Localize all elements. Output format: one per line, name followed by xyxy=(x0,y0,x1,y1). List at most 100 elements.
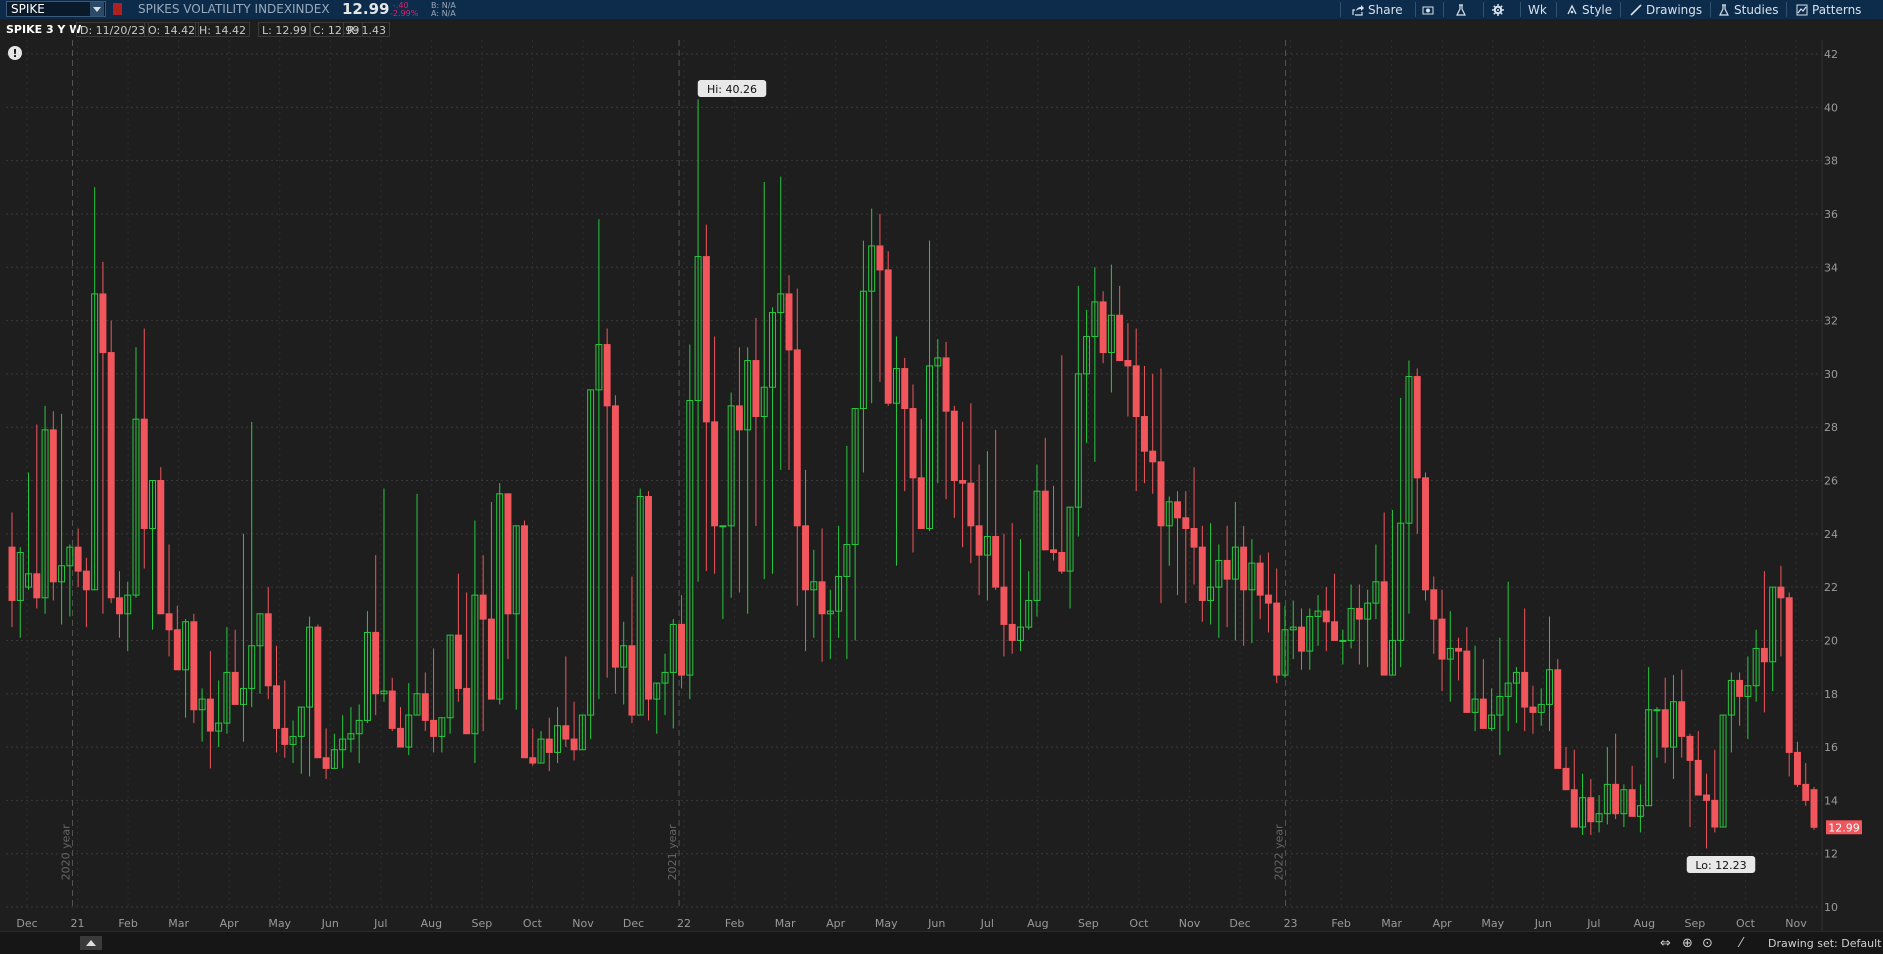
x-tick-label: Jun xyxy=(321,917,339,930)
candle-body xyxy=(264,613,272,687)
candle-body xyxy=(430,719,438,737)
y-tick-label: 40 xyxy=(1824,101,1838,114)
candle-body xyxy=(876,245,884,271)
candle-body xyxy=(1422,477,1429,591)
x-tick-label: Dec xyxy=(1229,917,1250,930)
crosshair-icon[interactable]: ⊕ xyxy=(1682,936,1693,951)
y-tick-label: 26 xyxy=(1824,475,1838,488)
x-tick-label: Oct xyxy=(523,917,543,930)
candle-body xyxy=(140,418,148,529)
candle-body xyxy=(950,410,958,482)
candle-body xyxy=(421,693,429,721)
candle-body xyxy=(1521,671,1529,708)
candle-body xyxy=(115,597,123,615)
style-label: Style xyxy=(1582,2,1613,17)
drawings-button[interactable]: Drawings xyxy=(1630,0,1702,19)
gear-icon xyxy=(1492,3,1504,16)
candle-body xyxy=(1058,551,1066,572)
symbol-description: SPIKES VOLATILITY INDEX xyxy=(138,2,293,16)
x-tick-label: 21 xyxy=(71,917,85,930)
x-tick-label: Sep xyxy=(1685,917,1706,930)
style-button[interactable]: Style xyxy=(1566,0,1612,19)
x-tick-label: 22 xyxy=(677,917,691,930)
pencil-icon xyxy=(1630,3,1642,16)
candle-body xyxy=(1149,450,1157,463)
candle-body xyxy=(603,344,611,407)
snapshot-button[interactable] xyxy=(1422,0,1434,19)
candle-body xyxy=(1190,527,1198,548)
x-tick-label: Sep xyxy=(1078,917,1099,930)
candle-body xyxy=(1182,517,1190,529)
candle-body xyxy=(942,357,950,412)
candle-body xyxy=(1694,759,1702,796)
x-tick-label: Jul xyxy=(980,917,994,930)
y-tick-label: 24 xyxy=(1824,528,1838,541)
pan-arrows-icon[interactable]: ⇔ xyxy=(1660,936,1671,951)
candle-body xyxy=(1438,618,1446,660)
price-chart[interactable]: 10 12 14 16 18 20 22 24 26 28 30 32 34 36 38 40 42 Dec 21 F… xyxy=(0,40,1883,930)
x-tick-label: Jun xyxy=(1534,917,1552,930)
studies-button[interactable]: Studies xyxy=(1718,0,1779,19)
symbol-type: INDEX xyxy=(292,2,330,16)
x-tick-label: Dec xyxy=(16,917,37,930)
candle-body xyxy=(397,727,404,748)
x-tick-label: May xyxy=(875,917,898,930)
zoom-icon[interactable]: ⊙ xyxy=(1702,936,1713,951)
timeframe-button[interactable]: Wk xyxy=(1528,0,1547,19)
candle-body xyxy=(1612,783,1620,815)
candle-body xyxy=(959,480,967,484)
chart-background xyxy=(0,40,1883,930)
candle-body xyxy=(917,477,925,529)
candle-body xyxy=(570,738,578,751)
x-tick-label: Mar xyxy=(168,917,189,930)
symbol-dropdown-chevron-icon[interactable] xyxy=(90,2,104,16)
candle-body xyxy=(711,421,719,527)
candle-body xyxy=(74,546,82,572)
candle-body xyxy=(1240,546,1248,591)
candle-body xyxy=(645,495,652,700)
candle-body xyxy=(752,360,760,418)
y-tick-label: 16 xyxy=(1824,741,1838,754)
candle-body xyxy=(1339,639,1347,642)
collapse-panel-button[interactable] xyxy=(80,936,102,950)
candle-body xyxy=(1124,360,1132,367)
drawing-set-label[interactable]: Drawing set: Default xyxy=(1768,937,1881,950)
y-tick-label: 18 xyxy=(1824,688,1838,701)
candle-body xyxy=(1380,581,1388,676)
candle-body xyxy=(1793,751,1801,785)
candle-body xyxy=(157,480,165,615)
symbol-flag-icon[interactable] xyxy=(113,3,122,15)
settings-button[interactable] xyxy=(1492,0,1504,19)
x-tick-label: Apr xyxy=(826,917,846,930)
candle-body xyxy=(322,757,330,769)
candle-body xyxy=(793,349,801,527)
candle-body xyxy=(479,594,487,620)
top-toolbar: SPIKE SPIKES VOLATILITY INDEX INDEX 12.9… xyxy=(0,0,1883,19)
candle-body xyxy=(454,634,462,689)
patterns-button[interactable]: Patterns xyxy=(1796,0,1861,19)
high-annotation: Hi: 40.26 xyxy=(707,83,757,96)
share-button[interactable]: Share xyxy=(1352,0,1403,19)
ask-value: A: N/A xyxy=(431,9,456,18)
flask-button[interactable] xyxy=(1455,0,1467,19)
candle-body xyxy=(1322,610,1330,623)
candle-body xyxy=(281,727,289,745)
flask-studies-icon xyxy=(1719,3,1729,16)
candle-body xyxy=(1298,626,1305,652)
candle-body xyxy=(1661,709,1669,748)
candle-body xyxy=(1041,490,1049,551)
y-tick-label: 10 xyxy=(1824,901,1838,914)
candle-body xyxy=(49,429,57,583)
year-label: 2020 year xyxy=(60,824,73,881)
drawing-pencil-icon[interactable]: ⁄ xyxy=(1740,936,1742,951)
candle-body xyxy=(1529,706,1537,713)
candle-body xyxy=(521,525,528,759)
y-tick-label: 22 xyxy=(1824,581,1838,594)
x-tick-label: Aug xyxy=(1634,917,1655,930)
style-icon xyxy=(1567,4,1577,14)
x-tick-label: Oct xyxy=(1736,917,1756,930)
candle-body xyxy=(372,631,380,695)
candle-body xyxy=(1413,376,1421,479)
patterns-icon xyxy=(1796,4,1808,15)
candle-body xyxy=(1174,501,1181,519)
